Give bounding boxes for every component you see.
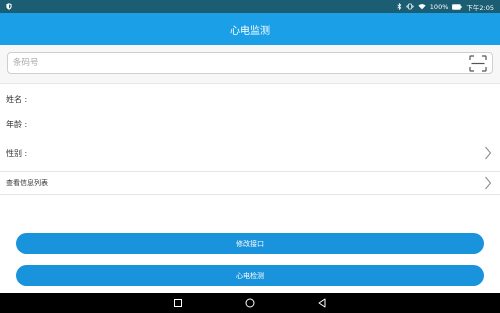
name-row: 姓名 : xyxy=(0,91,500,107)
gender-row[interactable]: 性别 : xyxy=(0,144,500,162)
barcode-search-box xyxy=(7,52,493,74)
view-info-list-label: 查看信息列表 xyxy=(6,179,48,187)
wifi-icon xyxy=(418,4,426,10)
clock: 下午2:05 xyxy=(466,3,494,12)
recent-apps-icon[interactable] xyxy=(172,297,184,309)
scan-icon[interactable] xyxy=(469,55,487,72)
age-row: 年龄 : xyxy=(0,116,500,132)
vibrate-icon xyxy=(405,3,414,10)
battery-icon xyxy=(452,3,462,10)
bluetooth-icon xyxy=(397,3,402,10)
ecg-detection-button[interactable]: 心电检测 xyxy=(16,265,484,286)
age-label: 年龄 : xyxy=(6,119,28,129)
battery-percent: 100% xyxy=(429,2,449,11)
app-bar: 心电监测 xyxy=(0,13,500,45)
name-label: 姓名 : xyxy=(6,94,28,104)
barcode-input[interactable] xyxy=(13,54,453,72)
back-icon[interactable] xyxy=(316,297,328,309)
chevron-right-icon xyxy=(485,176,492,190)
view-info-list-row[interactable]: 查看信息列表 xyxy=(0,171,500,195)
shield-icon xyxy=(6,3,12,10)
system-nav-bar xyxy=(0,293,500,313)
search-area xyxy=(0,45,500,83)
home-icon[interactable] xyxy=(244,297,256,309)
chevron-right-icon xyxy=(485,146,492,160)
gender-label: 性别 : xyxy=(6,148,28,158)
page-title: 心电监测 xyxy=(230,25,270,37)
status-bar: 100% 下午2:05 xyxy=(0,0,500,13)
modify-interface-button[interactable]: 修改接口 xyxy=(16,233,484,254)
patient-info-panel: 姓名 : 年龄 : 性别 : 查看信息列表 修改接口 心电检测 xyxy=(0,83,500,293)
